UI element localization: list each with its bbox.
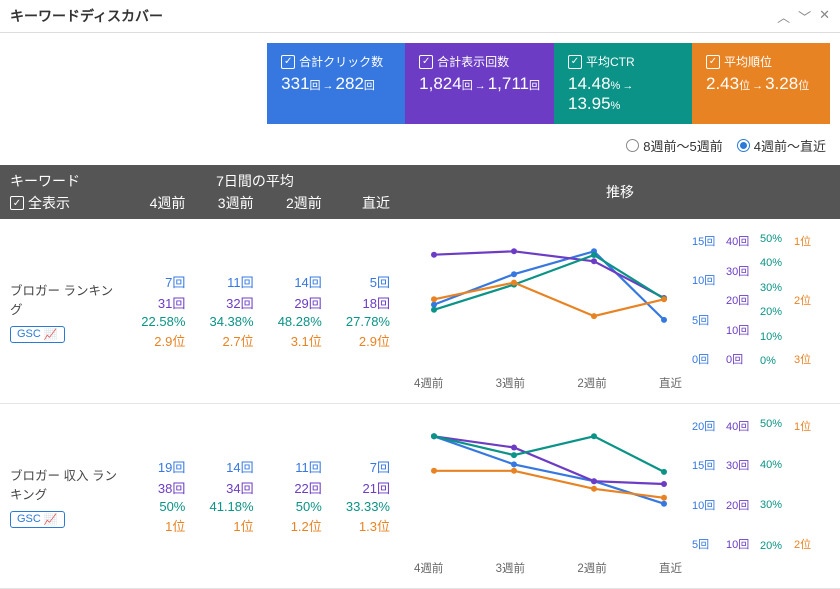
metric-impressions[interactable]: ✓合計表示回数 1,824回→1,711回 [405, 43, 554, 124]
col-avg: 7日間の平均 [120, 171, 390, 191]
keyword-cell: ブロガー ランキング GSC 📈 [10, 231, 117, 391]
x-axis: 4週前3週前2週前直近 [414, 560, 682, 576]
keyword-text: ブロガー ランキング [10, 280, 117, 318]
col-trend: 推移 [400, 165, 840, 219]
data-cell: 11回22回50%1.2位 [254, 416, 322, 576]
chart-icon: 📈 [44, 513, 58, 526]
keyword-text: ブロガー 収入 ランキング [10, 465, 117, 503]
x-axis: 4週前3週前2週前直近 [414, 375, 682, 391]
header-controls: ︿ ﹀ ✕ [777, 7, 830, 26]
chevron-down-icon[interactable]: ﹀ [798, 7, 811, 26]
data-cell: 5回18回27.78%2.9位 [322, 231, 390, 391]
checkbox-icon: ✓ [706, 55, 720, 69]
metric-cards: ✓合計クリック数 331回→282回 ✓合計表示回数 1,824回→1,711回… [0, 33, 840, 132]
y-axes: 20回15回10回5回40回30回20回10回50%40%30%20%1位2位 [692, 416, 832, 554]
col-keyword: キーワード [10, 171, 120, 191]
trend-chart: 15回10回5回0回40回30回20回10回0回50%40%30%20%10%0… [404, 231, 832, 391]
checkbox-icon: ✓ [419, 55, 433, 69]
table-row: ブロガー 収入 ランキング GSC 📈 19回38回50%1位14回34回41.18… [0, 404, 840, 589]
y-axes: 15回10回5回0回40回30回20回10回0回50%40%30%20%10%0… [692, 231, 832, 369]
period-selector: 8週前～5週前 4週前～直近 [0, 132, 840, 165]
close-icon[interactable]: ✕ [819, 7, 830, 26]
table-row: ブロガー ランキング GSC 📈 7回31回22.58%2.9位11回32回34.3… [0, 219, 840, 404]
metric-clicks[interactable]: ✓合計クリック数 331回→282回 [267, 43, 405, 124]
chart-icon: 📈 [44, 328, 58, 341]
data-cell: 11回32回34.38%2.7位 [185, 231, 253, 391]
radio-period-2[interactable]: 4週前～直近 [737, 136, 826, 155]
trend-chart: 20回15回10回5回40回30回20回10回50%40%30%20%1位2位 4… [404, 416, 832, 576]
chevron-up-icon[interactable]: ︿ [777, 7, 790, 26]
data-cell: 7回21回33.33%1.3位 [322, 416, 390, 576]
data-cell: 14回29回48.28%3.1位 [254, 231, 322, 391]
data-cell: 19回38回50%1位 [117, 416, 185, 576]
radio-period-1[interactable]: 8週前～5週前 [626, 136, 722, 155]
keyword-cell: ブロガー 収入 ランキング GSC 📈 [10, 416, 117, 576]
table-header: キーワード 7日間の平均 ✓全表示 4週前 3週前 2週前 直近 推移 [0, 165, 840, 219]
metric-ctr[interactable]: ✓平均CTR 14.48%→13.95% [554, 43, 692, 124]
data-cell: 14回34回41.18%1位 [185, 416, 253, 576]
page-title: キーワードディスカバー [10, 6, 163, 26]
metric-position[interactable]: ✓平均順位 2.43位→3.28位 [692, 43, 830, 124]
checkbox-icon: ✓ [568, 55, 582, 69]
checkbox-show-all[interactable]: ✓全表示 [10, 193, 117, 213]
panel-header: キーワードディスカバー ︿ ﹀ ✕ [0, 0, 840, 33]
checkbox-icon: ✓ [281, 55, 295, 69]
gsc-badge[interactable]: GSC 📈 [10, 511, 65, 528]
gsc-badge[interactable]: GSC 📈 [10, 326, 65, 343]
data-cell: 7回31回22.58%2.9位 [117, 231, 185, 391]
